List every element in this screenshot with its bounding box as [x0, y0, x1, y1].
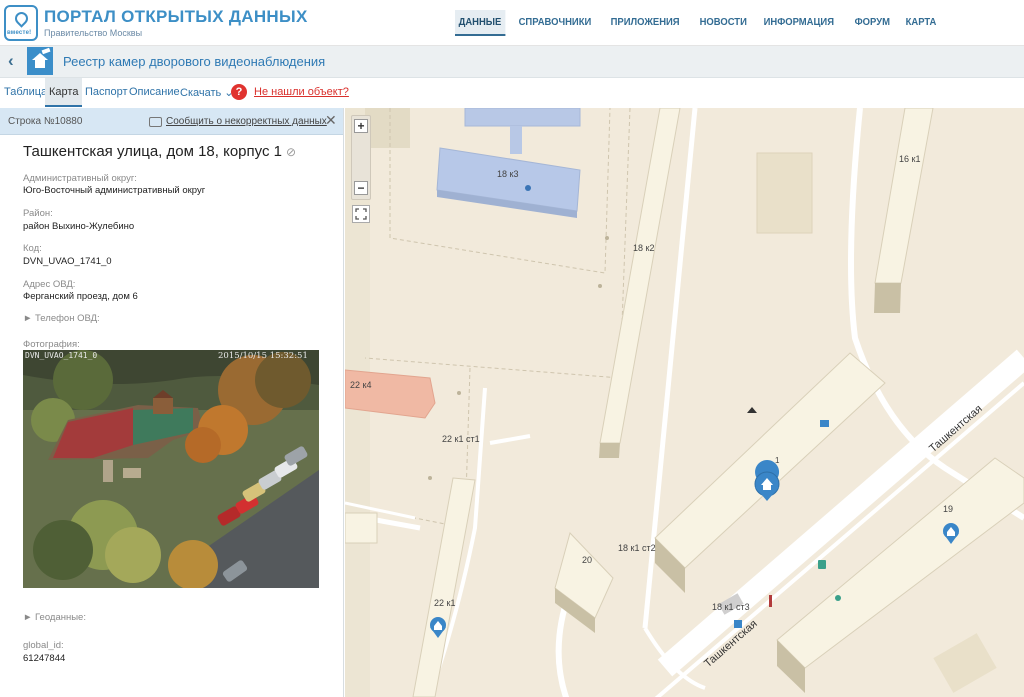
tab-table[interactable]: Таблица [4, 78, 47, 107]
tab-map[interactable]: Карта [45, 78, 83, 107]
nav-apps[interactable]: ПРИЛОЖЕНИЯ [607, 10, 683, 36]
zoom-out-button[interactable]: − [354, 181, 368, 195]
back-arrow-icon[interactable]: ‹ [8, 51, 14, 71]
map-label-20: 20 [582, 555, 593, 565]
close-icon[interactable]: ✕ [325, 112, 337, 129]
field-value-area: район Выхино-Жулебино [23, 221, 135, 232]
fullscreen-button[interactable] [352, 205, 370, 223]
dataset-bar: ‹ Реестр камер дворового видеонаблюдения [0, 46, 1024, 78]
row-number: Строка №10880 [8, 116, 83, 127]
map-label-16k1: 16 к1 [899, 154, 921, 164]
site-header: вместе! ПОРТАЛ ОТКРЫТЫХ ДАННЫХ Правитель… [0, 0, 1024, 46]
field-label-area: Район: [23, 208, 53, 219]
map-label-22k1st1: 22 к1 ст1 [442, 434, 480, 444]
fullscreen-icon [355, 208, 367, 220]
view-tabs: Таблица Карта Паспорт Описание Скачать ⌄… [0, 78, 1024, 107]
nav-info[interactable]: ИНФОРМАЦИЯ [760, 10, 838, 36]
map-label-18k1st3: 18 к1 ст3 [712, 602, 750, 612]
zoom-control: + − [351, 115, 371, 200]
photo-timestamp: 2015/10/15 15:32:51 [218, 351, 308, 361]
help-icon[interactable]: ? [231, 84, 247, 100]
phone-expander[interactable]: ► Телефон ОВД: [23, 313, 100, 324]
map-label-18k3: 18 к3 [497, 169, 519, 179]
tab-description[interactable]: Описание [129, 78, 180, 107]
map-label-22k1: 22 к1 [434, 598, 456, 608]
record-title-text: Ташкентская улица, дом 18, корпус 1 [23, 143, 282, 160]
map-label-19: 19 [943, 504, 954, 514]
field-label-district: Административный округ: [23, 173, 137, 184]
camera-photo[interactable]: DVN_UVAO_1741_0 2015/10/15 15:32:51 [23, 350, 319, 588]
field-label-code: Код: [23, 243, 42, 254]
tab-passport[interactable]: Паспорт [85, 78, 128, 107]
nav-forum[interactable]: ФОРУМ [851, 10, 894, 36]
main-nav: ДАННЫЕ СПРАВОЧНИКИ ПРИЛОЖЕНИЯ НОВОСТИ ИН… [455, 10, 948, 36]
photo-label: Фотография: [23, 339, 80, 350]
logo-word: вместе! [7, 30, 32, 36]
zoom-in-button[interactable]: + [354, 119, 368, 133]
report-error-link[interactable]: Сообщить о некорректных данных [166, 116, 327, 127]
global-id-value: 61247844 [23, 653, 66, 664]
record-header: Строка №10880 Сообщить о некорректных да… [0, 108, 343, 135]
global-id-label: global_id: [23, 640, 64, 651]
field-value-district: Юго-Восточный административный округ [23, 185, 206, 196]
nav-directories[interactable]: СПРАВОЧНИКИ [515, 10, 595, 36]
house-camera-icon [27, 47, 53, 75]
nav-map[interactable]: КАРТА [902, 10, 940, 36]
map-label-18k1st2: 18 к1 ст2 [618, 543, 656, 553]
portal-title[interactable]: ПОРТАЛ ОТКРЫТЫХ ДАННЫХ [44, 7, 308, 27]
field-label-police-address: Адрес ОВД: [23, 279, 76, 290]
location-pin-icon [12, 9, 31, 28]
tab-download[interactable]: Скачать ⌄ [180, 78, 234, 107]
field-value-police-address: Ферганский проезд, дом 6 [23, 291, 138, 302]
link-icon[interactable]: ⊘ [286, 145, 296, 159]
map-canvas[interactable] [345, 108, 1024, 697]
dataset-title: Реестр камер дворового видеонаблюдения [63, 54, 326, 69]
not-found-link[interactable]: Не нашли объект? [254, 86, 349, 98]
field-value-code: DVN_UVAO_1741_0 [23, 256, 112, 267]
portal-subtitle: Правительство Москвы [44, 28, 143, 38]
nav-news[interactable]: НОВОСТИ [696, 10, 750, 36]
map-label-22k4: 22 к4 [350, 380, 372, 390]
record-title: Ташкентская улица, дом 18, корпус 1 ⊘ [23, 143, 296, 160]
map-label-18k2: 18 к2 [633, 243, 655, 253]
nav-data[interactable]: ДАННЫЕ [455, 10, 505, 36]
geodata-expander[interactable]: ► Геоданные: [23, 612, 86, 623]
map-view[interactable]: 18 к3 18 к2 16 к1 22 к4 22 к1 ст1 18 к1 … [345, 108, 1024, 697]
camera-photo-image [23, 350, 319, 588]
portal-logo[interactable]: вместе! [4, 5, 38, 41]
record-panel: Строка №10880 Сообщить о некорректных да… [0, 108, 344, 697]
photo-camera-code: DVN_UVAO_1741_0 [25, 351, 98, 360]
comment-icon [149, 117, 162, 127]
map-label-1: 1 [775, 456, 780, 465]
